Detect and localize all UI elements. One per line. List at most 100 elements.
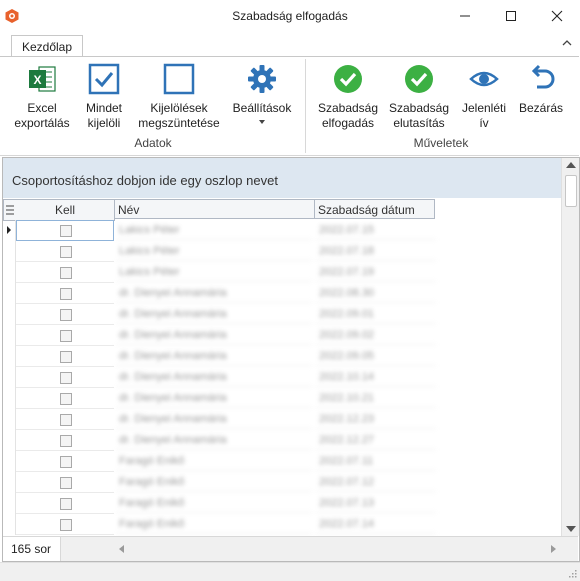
kell-checkbox[interactable] (60, 351, 72, 363)
name-cell[interactable]: dr. Dienyei Annamária (116, 304, 312, 324)
excel-export-button[interactable]: X Excel exportálás (10, 63, 74, 131)
row-indicator[interactable] (3, 241, 16, 262)
name-cell[interactable]: dr. Dienyei Annamária (116, 388, 312, 408)
kell-checkbox[interactable] (60, 414, 72, 426)
table-row[interactable]: dr. Dienyei Annamária 2022.09.05 (3, 346, 436, 367)
date-cell[interactable]: 2022.10.14 (316, 367, 436, 387)
kell-checkbox[interactable] (60, 267, 72, 279)
kell-cell[interactable] (16, 283, 114, 304)
scroll-thumb[interactable] (565, 175, 577, 207)
date-cell[interactable]: 2022.10.21 (316, 388, 436, 408)
name-cell[interactable]: dr. Dienyei Annamária (116, 325, 312, 345)
row-indicator[interactable] (3, 262, 16, 283)
row-indicator[interactable] (3, 388, 16, 409)
kell-checkbox[interactable] (60, 330, 72, 342)
reject-leave-button[interactable]: Szabadság elutasítás (386, 63, 452, 131)
minimize-button[interactable] (442, 0, 488, 32)
kell-cell[interactable] (16, 262, 114, 283)
close-button[interactable]: Bezárás (514, 63, 568, 116)
table-row[interactable]: Faragó Enikő 2022.07.11 (3, 451, 436, 472)
row-indicator[interactable] (3, 325, 16, 346)
row-indicator[interactable] (3, 472, 16, 493)
kell-cell[interactable] (16, 409, 114, 430)
tab-kezdolap[interactable]: Kezdőlap (11, 35, 83, 57)
table-row[interactable]: Faragó Enikő 2022.07.12 (3, 472, 436, 493)
row-indicator[interactable] (3, 367, 16, 388)
scroll-right-icon[interactable] (551, 545, 556, 553)
date-cell[interactable]: 2022.09.05 (316, 346, 436, 366)
name-cell[interactable]: Faragó Enikő (116, 514, 312, 534)
name-cell[interactable]: dr. Dienyei Annamária (116, 409, 312, 429)
row-indicator[interactable] (3, 451, 16, 472)
date-cell[interactable]: 2022.07.13 (316, 493, 436, 513)
kell-cell[interactable] (16, 388, 114, 409)
row-indicator[interactable] (3, 430, 16, 451)
name-cell[interactable]: Faragó Enikő (116, 493, 312, 513)
row-indicator[interactable] (3, 493, 16, 514)
kell-cell[interactable] (16, 367, 114, 388)
kell-checkbox[interactable] (60, 477, 72, 489)
vertical-scrollbar[interactable] (561, 158, 579, 536)
date-cell[interactable]: 2022.09.01 (316, 304, 436, 324)
date-cell[interactable]: 2022.09.02 (316, 325, 436, 345)
table-row[interactable]: Faragó Enikő 2022.07.14 (3, 514, 436, 535)
name-cell[interactable]: Lakics Péter (116, 241, 312, 261)
date-cell[interactable]: 2022.07.11 (316, 451, 436, 471)
row-indicator[interactable] (3, 346, 16, 367)
table-row[interactable]: dr. Dienyei Annamária 2022.09.02 (3, 325, 436, 346)
name-cell[interactable]: dr. Dienyei Annamária (116, 367, 312, 387)
column-header-datum[interactable]: Szabadság dátum (315, 199, 435, 219)
kell-cell[interactable] (16, 304, 114, 325)
kell-checkbox[interactable] (60, 288, 72, 300)
kell-cell[interactable] (16, 220, 114, 241)
name-cell[interactable]: dr. Dienyei Annamária (116, 283, 312, 303)
row-indicator[interactable] (3, 409, 16, 430)
kell-cell[interactable] (16, 472, 114, 493)
date-cell[interactable]: 2022.12.27 (316, 430, 436, 450)
column-header-nev[interactable]: Név (115, 199, 315, 219)
column-chooser-button[interactable] (3, 199, 17, 221)
row-indicator[interactable] (3, 514, 16, 535)
scroll-left-icon[interactable] (119, 545, 124, 553)
date-cell[interactable]: 2022.07.12 (316, 472, 436, 492)
kell-cell[interactable] (16, 241, 114, 262)
table-row[interactable]: Lakics Péter 2022.07.15 (3, 220, 436, 241)
resize-grip-icon[interactable] (567, 568, 577, 578)
scroll-down-icon[interactable] (566, 526, 576, 532)
table-row[interactable]: dr. Dienyei Annamária 2022.10.14 (3, 367, 436, 388)
name-cell[interactable]: Faragó Enikő (116, 451, 312, 471)
date-cell[interactable]: 2022.07.19 (316, 262, 436, 282)
kell-checkbox[interactable] (60, 498, 72, 510)
name-cell[interactable]: Faragó Enikő (116, 472, 312, 492)
kell-cell[interactable] (16, 346, 114, 367)
table-row[interactable]: Lakics Péter 2022.07.19 (3, 262, 436, 283)
table-row[interactable]: dr. Dienyei Annamária 2022.10.21 (3, 388, 436, 409)
kell-checkbox[interactable] (60, 309, 72, 321)
close-window-button[interactable] (534, 0, 580, 32)
settings-dropdown-button[interactable]: Beállítások (228, 63, 296, 125)
date-cell[interactable]: 2022.07.14 (316, 514, 436, 534)
kell-cell[interactable] (16, 430, 114, 451)
row-indicator[interactable] (3, 304, 16, 325)
select-all-button[interactable]: Mindet kijelöli (78, 63, 130, 131)
date-cell[interactable]: 2022.07.15 (316, 220, 436, 240)
kell-checkbox[interactable] (60, 519, 72, 531)
kell-checkbox[interactable] (60, 225, 72, 237)
name-cell[interactable]: dr. Dienyei Annamária (116, 346, 312, 366)
scroll-up-icon[interactable] (566, 162, 576, 168)
name-cell[interactable]: Lakics Péter (116, 262, 312, 282)
table-row[interactable]: Faragó Enikő 2022.07.13 (3, 493, 436, 514)
table-row[interactable]: dr. Dienyei Annamária 2022.12.23 (3, 409, 436, 430)
name-cell[interactable]: Lakics Péter (116, 220, 312, 240)
name-cell[interactable]: dr. Dienyei Annamária (116, 430, 312, 450)
clear-selection-button[interactable]: Kijelölések megszüntetése (134, 63, 224, 131)
row-indicator[interactable] (3, 283, 16, 304)
kell-checkbox[interactable] (60, 435, 72, 447)
date-cell[interactable]: 2022.12.23 (316, 409, 436, 429)
table-row[interactable]: dr. Dienyei Annamária 2022.12.27 (3, 430, 436, 451)
date-cell[interactable]: 2022.08.30 (316, 283, 436, 303)
table-row[interactable]: dr. Dienyei Annamária 2022.09.01 (3, 304, 436, 325)
kell-checkbox[interactable] (60, 393, 72, 405)
kell-cell[interactable] (16, 493, 114, 514)
approve-leave-button[interactable]: Szabadság elfogadás (314, 63, 382, 131)
